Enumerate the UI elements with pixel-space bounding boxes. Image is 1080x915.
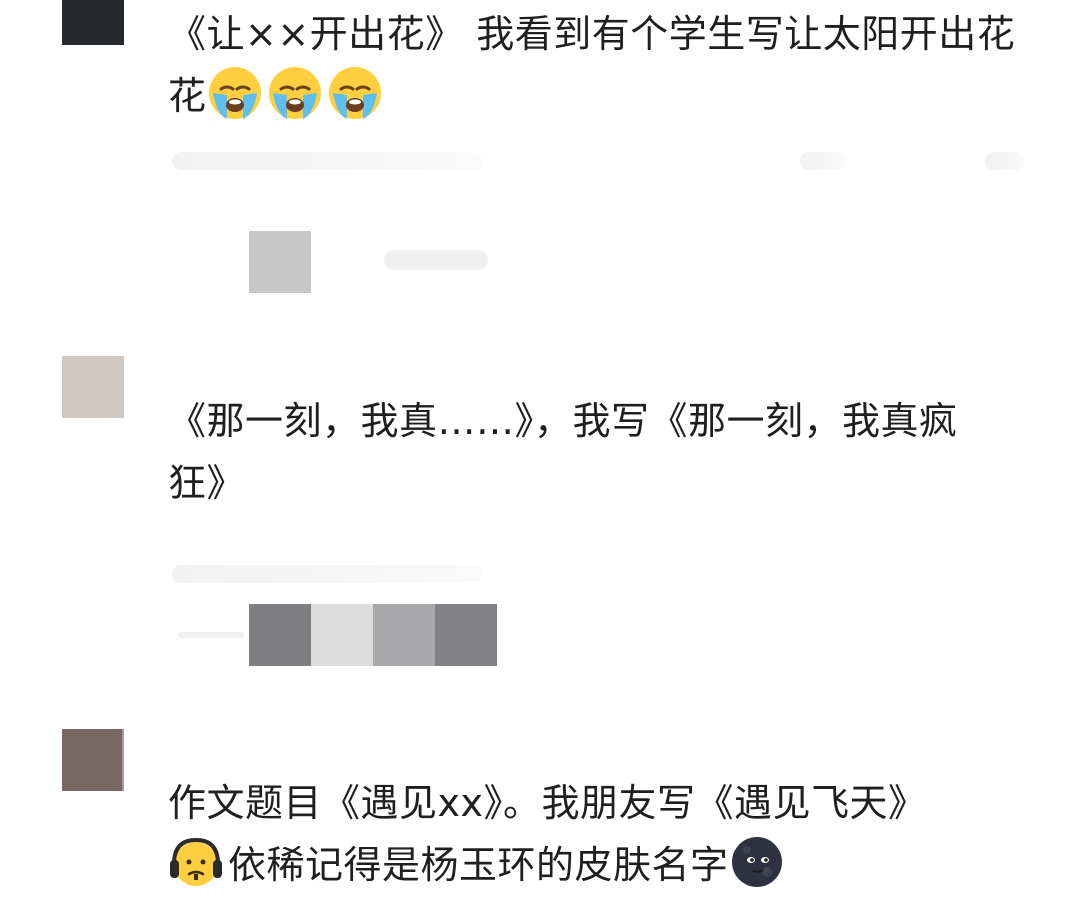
- comment-2-line-1: 《那一刻，我真……》，我写《那一刻，我真疯: [168, 399, 958, 443]
- comment-3-line-2: 依稀记得是杨玉环的皮肤名字: [228, 843, 729, 887]
- loudly-crying-face-icon: [268, 67, 321, 119]
- reply-preview-1[interactable]: [249, 231, 311, 293]
- loudly-crying-face-icon: [208, 67, 261, 119]
- comment-1-dislike[interactable]: [985, 152, 1025, 170]
- comment-2-text: 《那一刻，我真……》，我写《那一刻，我真疯 狂》: [168, 390, 1048, 514]
- new-moon-face-icon: [731, 837, 782, 887]
- comment-1-meta: [172, 152, 482, 170]
- headphones-face-icon: [170, 837, 222, 886]
- loudly-crying-face-icon: [328, 67, 381, 119]
- avatar-comment-2[interactable]: [62, 356, 124, 418]
- reply-preview-2[interactable]: [249, 604, 497, 666]
- pixelated-text-block-2: [311, 604, 373, 666]
- comment-2-line-2: 狂》: [168, 461, 246, 505]
- pixelated-avatar: [249, 231, 311, 293]
- avatar-comment-3[interactable]: [62, 729, 124, 791]
- comment-1-body: 《让××开出花》 我看到有个学生写让太阳开出花: [168, 12, 1016, 56]
- reply-indent-line: [178, 632, 244, 638]
- expand-replies-link[interactable]: [384, 250, 488, 270]
- comment-1-trailing-char: 花: [168, 74, 207, 118]
- comment-3-text: 作文题目《遇见xx》。我朋友写《遇见飞天》 依稀记得是杨玉环的皮肤名字: [168, 772, 1048, 896]
- comment-2-meta: [172, 565, 482, 583]
- pixelated-text-block-3: [373, 604, 435, 666]
- pixelated-text-block-4: [435, 604, 497, 666]
- comment-1-like-count[interactable]: [800, 152, 846, 170]
- pixelated-text-block-1: [249, 604, 311, 666]
- comment-thread: 《让××开出花》 我看到有个学生写让太阳开出花 花 《那一刻，我真……》，我写《…: [0, 0, 1080, 915]
- comment-1-text: 《让××开出花》 我看到有个学生写让太阳开出花 花: [168, 3, 1048, 127]
- avatar-comment-1[interactable]: [62, 0, 124, 45]
- comment-3-line-1: 作文题目《遇见xx》。我朋友写《遇见飞天》: [168, 781, 927, 825]
- emoji-group: [207, 67, 387, 119]
